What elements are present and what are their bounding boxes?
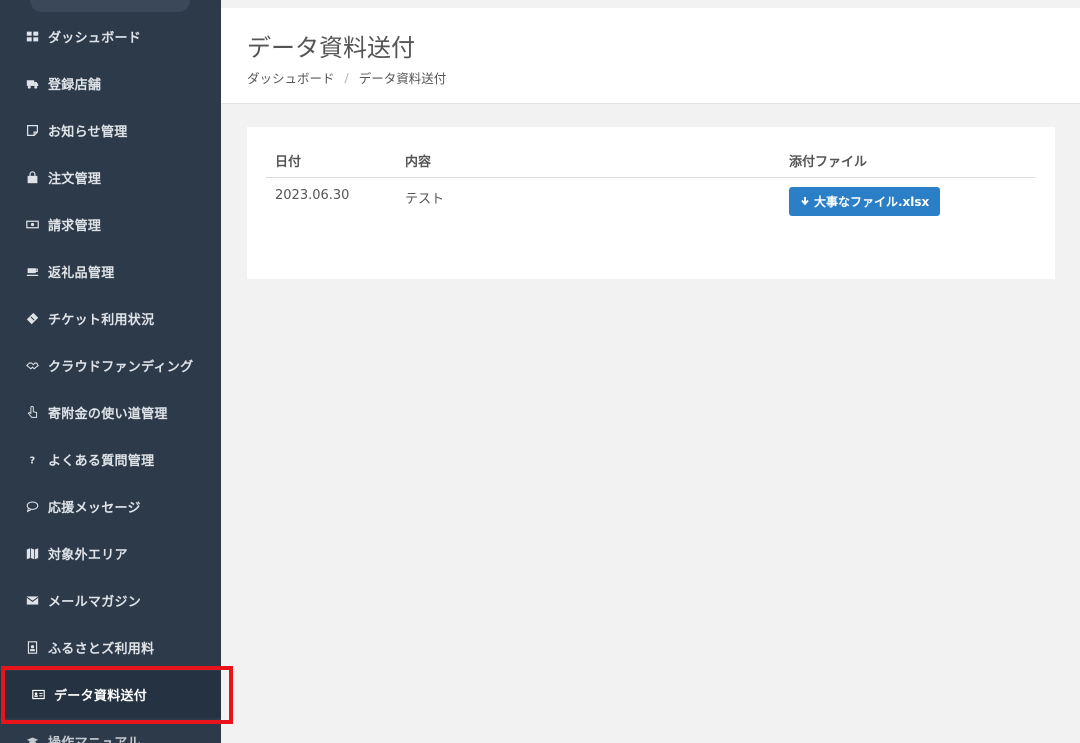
sidebar-item-label: 請求管理 (48, 219, 102, 234)
sidebar-item-excluded-areas[interactable]: 対象外エリア (0, 530, 221, 577)
envelope-icon (24, 593, 40, 609)
table-row: 2023.06.30 テスト 大事なファイル.xlsx (266, 177, 1035, 233)
note-icon (24, 123, 40, 139)
cell-attachment: 大事なファイル.xlsx (780, 177, 1035, 233)
sidebar-item-notices[interactable]: お知らせ管理 (0, 107, 221, 154)
cell-date: 2023.06.30 (275, 187, 350, 203)
cell-content: テスト (405, 191, 445, 207)
data-delivery-card: 日付 内容 添付ファイル 2023.06.30 テスト 大事なファイル.xlsx (247, 127, 1055, 279)
download-file-label: 大事なファイル.xlsx (814, 194, 930, 209)
dashboard-icon (24, 29, 40, 45)
sidebar-item-stores[interactable]: 登録店舗 (0, 60, 221, 107)
sidebar-item-data-delivery[interactable]: データ資料送付 (0, 671, 221, 718)
sidebar-item-label: チケット利用状況 (48, 313, 155, 328)
comment-icon (24, 499, 40, 515)
truck-icon (24, 76, 40, 92)
ticket-icon (24, 311, 40, 327)
question-icon: ? (24, 452, 40, 468)
sidebar-item-label: ふるさとズ利用料 (48, 642, 155, 657)
svg-text:?: ? (29, 456, 35, 466)
breadcrumb: ダッシュボード / データ資料送付 (247, 68, 446, 87)
arrow-down-icon (801, 197, 809, 206)
sidebar-item-label: クラウドファンディング (48, 360, 194, 375)
sidebar-item-orders[interactable]: 注文管理 (0, 154, 221, 201)
sidebar-item-label: データ資料送付 (54, 689, 148, 704)
breadcrumb-home-link[interactable]: ダッシュボード (247, 68, 335, 87)
sidebar-top-decoration (30, 0, 190, 12)
sidebar-item-dashboard[interactable]: ダッシュボード (0, 13, 221, 60)
data-delivery-table: 日付 内容 添付ファイル 2023.06.30 テスト 大事なファイル.xlsx (266, 145, 1035, 233)
sidebar-item-donation-usage[interactable]: 寄附金の使い道管理 (0, 389, 221, 436)
coffee-icon (24, 264, 40, 280)
sidebar-item-tickets[interactable]: チケット利用状況 (0, 295, 221, 342)
sidebar-item-label: お知らせ管理 (48, 125, 128, 140)
shopping-bag-icon (24, 170, 40, 186)
sidebar-item-label: 応援メッセージ (48, 501, 141, 516)
sidebar-item-label: 返礼品管理 (48, 266, 115, 281)
handshake-icon (24, 358, 40, 374)
sidebar-item-label: メールマガジン (48, 595, 142, 610)
column-header-attachment: 添付ファイル (780, 145, 1035, 178)
id-card-icon (30, 687, 46, 703)
sidebar-item-label: 寄附金の使い道管理 (48, 407, 168, 422)
sidebar-item-label: ダッシュボード (48, 31, 142, 46)
map-icon (24, 546, 40, 562)
id-badge-icon (24, 640, 40, 656)
sidebar: ダッシュボード 登録店舗 お知らせ管理 注文管理 請求管理 返礼品管理 チケット… (0, 0, 221, 743)
sidebar-item-label: 操作マニュアル (48, 732, 141, 743)
graduation-cap-icon (24, 734, 40, 743)
sidebar-item-label: 対象外エリア (48, 548, 128, 563)
download-file-button[interactable]: 大事なファイル.xlsx (789, 186, 941, 216)
sidebar-item-messages[interactable]: 応援メッセージ (0, 483, 221, 530)
sidebar-item-usage-fee[interactable]: ふるさとズ利用料 (0, 624, 221, 671)
sidebar-item-newsletter[interactable]: メールマガジン (0, 577, 221, 624)
sidebar-item-billing[interactable]: 請求管理 (0, 201, 221, 248)
sidebar-item-crowdfunding[interactable]: クラウドファンディング (0, 342, 221, 389)
column-header-content: 内容 (396, 145, 780, 178)
sidebar-item-label: 登録店舗 (48, 78, 102, 93)
breadcrumb-current: データ資料送付 (358, 71, 447, 86)
table-header-row: 日付 内容 添付ファイル (266, 145, 1035, 178)
column-header-date: 日付 (266, 145, 396, 178)
money-icon (24, 217, 40, 233)
breadcrumb-separator: / (344, 70, 349, 85)
page-title: データ資料送付 (247, 34, 415, 62)
page-header: データ資料送付 ダッシュボード / データ資料送付 (221, 8, 1080, 104)
sidebar-item-label: 注文管理 (48, 172, 102, 187)
hand-pointer-icon (24, 405, 40, 421)
sidebar-item-faq[interactable]: ? よくある質問管理 (0, 436, 221, 483)
sidebar-item-gifts[interactable]: 返礼品管理 (0, 248, 221, 295)
sidebar-item-manual[interactable]: 操作マニュアル (0, 718, 221, 743)
sidebar-item-label: よくある質問管理 (48, 454, 155, 469)
